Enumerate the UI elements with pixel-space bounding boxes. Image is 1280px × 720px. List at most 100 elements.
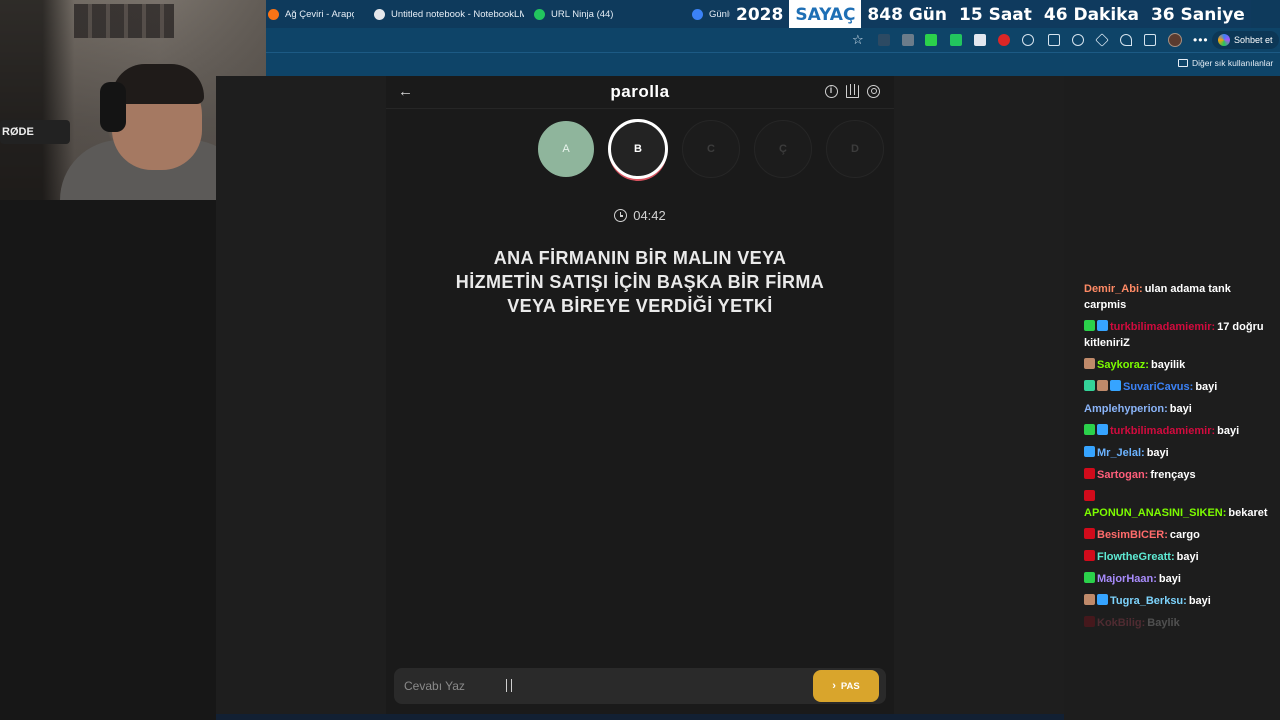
chat-message: SuvariCavus: bayi bbox=[1084, 379, 1276, 395]
chat-text: bayi bbox=[1158, 573, 1181, 585]
extension-icon[interactable] bbox=[998, 34, 1010, 46]
chat-username[interactable]: turkbilimadamiemir: bbox=[1110, 321, 1215, 333]
taskbar-strip bbox=[216, 714, 1064, 720]
tab-label: Untitled notebook - NotebookLM bbox=[391, 8, 524, 20]
chat-button-label: Sohbet et bbox=[1234, 35, 1273, 45]
stats-icon[interactable] bbox=[846, 84, 859, 98]
chat-badge-icon bbox=[1084, 594, 1095, 605]
chat-username[interactable]: KokBilig: bbox=[1097, 617, 1145, 629]
left-background bbox=[0, 200, 216, 720]
chat-username[interactable]: Mr_Jelal: bbox=[1097, 447, 1145, 459]
letter-circle: A bbox=[538, 121, 594, 177]
chevron-right-icon: › bbox=[832, 680, 836, 692]
tab-close-icon[interactable]: ✕ bbox=[683, 8, 684, 21]
favorites-icon[interactable] bbox=[1095, 33, 1109, 47]
extension-icon[interactable] bbox=[925, 34, 937, 46]
folder-icon bbox=[1178, 59, 1188, 67]
extension-icon[interactable] bbox=[902, 34, 914, 46]
chat-badge-icon bbox=[1084, 446, 1095, 457]
chat-username[interactable]: BesimBICER: bbox=[1097, 529, 1168, 541]
chat-message: Amplehyperion: bayi bbox=[1084, 401, 1276, 417]
chat-badge-icon bbox=[1097, 320, 1108, 331]
info-icon[interactable] bbox=[825, 85, 838, 98]
tab-favicon-icon bbox=[692, 8, 703, 20]
chat-message: APONUN_ANASINI_SIKEN: bekaret bbox=[1084, 489, 1276, 521]
chat-username[interactable]: APONUN_ANASINI_SIKEN: bbox=[1084, 507, 1226, 519]
chat-text: frençays bbox=[1150, 469, 1196, 481]
chat-username[interactable]: turkbilimadamiemir: bbox=[1110, 425, 1215, 437]
countdown-banner: 2028 SAYAÇ 848 Gün 15 Saat 46 Dakika 36 … bbox=[730, 0, 1251, 29]
answer-input[interactable] bbox=[404, 668, 794, 704]
chat-username[interactable]: Amplehyperion: bbox=[1084, 403, 1168, 415]
letter-circle: C bbox=[682, 120, 740, 178]
chat-message: turkbilimadamiemir: 17 doğru kitleniriZ bbox=[1084, 319, 1276, 351]
countdown-days: 848 Gün bbox=[861, 0, 953, 29]
favorite-star-icon[interactable]: ☆ bbox=[852, 32, 864, 48]
extension-icon[interactable] bbox=[878, 34, 890, 46]
chat-text: bayi bbox=[1217, 425, 1240, 437]
chat-panel: Demir_Abi: ulan adama tank carpmis turkbil… bbox=[1064, 76, 1280, 720]
browser-toolbar bbox=[266, 28, 1280, 52]
chat-message: MajorHaan: bayi bbox=[1084, 571, 1276, 587]
chat-username[interactable]: MajorHaan: bbox=[1097, 573, 1157, 585]
chat-text: bayi bbox=[1188, 595, 1211, 607]
app-header: ← parolla bbox=[386, 76, 894, 109]
extension-icon[interactable] bbox=[974, 34, 986, 46]
copilot-chat-button[interactable]: Sohbet et bbox=[1212, 31, 1279, 49]
tab-label: Günlü bbox=[709, 8, 732, 20]
countdown-seconds: 36 Saniye bbox=[1144, 0, 1251, 29]
tab-label: URL Ninja (44) bbox=[551, 8, 614, 20]
chat-username[interactable]: SuvariCavus: bbox=[1123, 381, 1193, 393]
extension-icon[interactable] bbox=[950, 34, 962, 46]
chat-text: bekaret bbox=[1228, 507, 1268, 519]
tab-urlninja[interactable]: URL Ninja (44) ✕ bbox=[534, 4, 684, 24]
tab-translate[interactable]: Ağ Çeviri - Arapça - T bbox=[268, 4, 354, 24]
tab-gunluk[interactable]: Günlü bbox=[692, 4, 732, 24]
more-menu-icon[interactable]: ••• bbox=[1193, 33, 1209, 47]
pass-label: PAS bbox=[840, 680, 860, 692]
split-screen-icon[interactable] bbox=[1048, 34, 1060, 46]
tab-notebooklm[interactable]: Untitled notebook - NotebookLM ✕ bbox=[374, 4, 524, 24]
headphones bbox=[100, 82, 126, 132]
chat-badge-icon bbox=[1097, 424, 1108, 435]
letter-circle: Ç bbox=[754, 120, 812, 178]
chat-username[interactable]: Saykoraz: bbox=[1097, 359, 1149, 371]
tab-favicon-icon bbox=[534, 8, 545, 20]
countdown-minutes: 46 Dakika bbox=[1037, 0, 1145, 29]
chat-badge-icon bbox=[1110, 380, 1121, 391]
clock-icon bbox=[614, 209, 628, 222]
browser-essentials-icon[interactable] bbox=[1120, 34, 1132, 46]
extensions-icon[interactable] bbox=[1072, 34, 1084, 46]
chat-message: KokBilig: Baylik bbox=[1084, 615, 1276, 631]
chat-badge-icon bbox=[1084, 616, 1095, 627]
chat-text: bayilik bbox=[1150, 359, 1186, 371]
chat-text: bayi bbox=[1195, 381, 1218, 393]
copilot-icon bbox=[1218, 34, 1230, 46]
letter-circle: B bbox=[608, 119, 668, 179]
other-favorites-folder[interactable]: Diğer sık kullanılanlar bbox=[1178, 58, 1273, 68]
chat-username[interactable]: Sartogan: bbox=[1097, 469, 1148, 481]
chat-username[interactable]: Tugra_Berksu: bbox=[1110, 595, 1187, 607]
profile-icon[interactable] bbox=[867, 85, 880, 98]
tab-label: Ağ Çeviri - Arapça - T bbox=[285, 8, 354, 20]
chat-badge-icon bbox=[1097, 380, 1108, 391]
countdown-label: SAYAÇ bbox=[789, 0, 862, 29]
pass-button[interactable]: › PAS bbox=[813, 670, 879, 702]
chat-text: Baylik bbox=[1147, 617, 1180, 629]
chat-message: Tugra_Berksu: bayi bbox=[1084, 593, 1276, 609]
chat-username[interactable]: Demir_Abi: bbox=[1084, 283, 1143, 295]
profile-avatar[interactable] bbox=[1168, 33, 1182, 47]
chat-badge-icon bbox=[1084, 424, 1095, 435]
chat-text: bayi bbox=[1169, 403, 1192, 415]
chat-message: turkbilimadamiemir: bayi bbox=[1084, 423, 1276, 439]
countdown-hours: 15 Saat bbox=[953, 0, 1038, 29]
chat-badge-icon bbox=[1084, 358, 1095, 369]
folder-label: Diğer sık kullanılanlar bbox=[1192, 58, 1274, 68]
chat-badge-icon bbox=[1084, 550, 1095, 561]
chat-text: bayi bbox=[1176, 551, 1199, 563]
collections-icon[interactable] bbox=[1144, 34, 1156, 46]
chat-message: BesimBICER: cargo bbox=[1084, 527, 1276, 543]
letter-circle: D bbox=[826, 120, 884, 178]
extension-icon[interactable] bbox=[1022, 34, 1034, 46]
chat-username[interactable]: FlowtheGreatt: bbox=[1097, 551, 1175, 563]
